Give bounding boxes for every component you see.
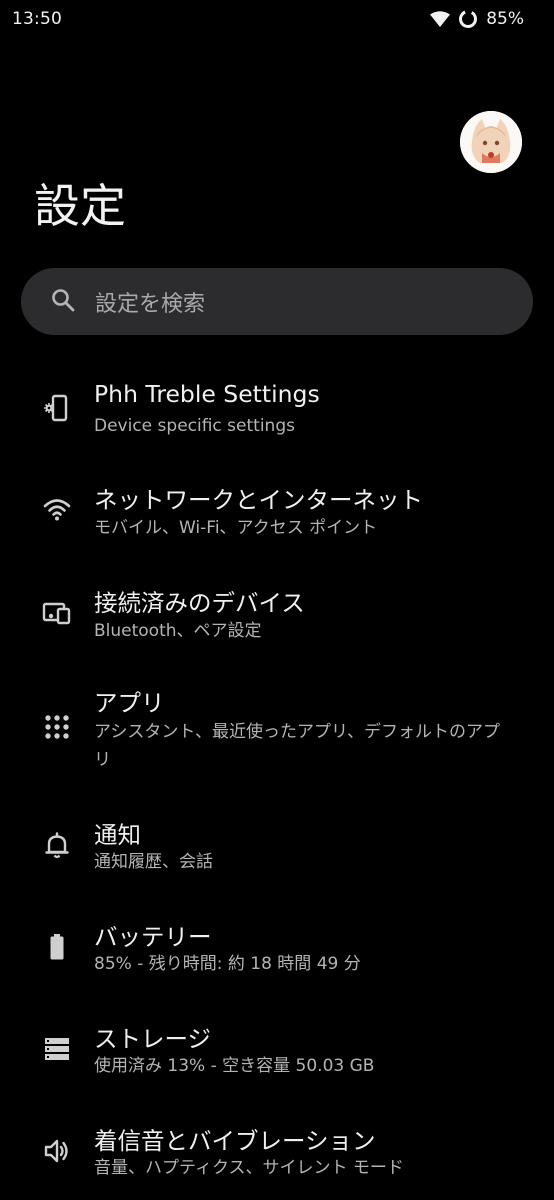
item-subtitle: アシスタント、最近使ったアプリ、デフォルトのアプリ xyxy=(94,722,500,770)
settings-item-connected-devices[interactable]: 接続済みのデバイス Bluetooth、ペア設定 xyxy=(0,576,554,662)
battery-percent: 85% xyxy=(486,9,524,29)
speaker-icon xyxy=(42,1136,72,1166)
wifi-icon xyxy=(430,11,451,27)
storage-icon xyxy=(42,1034,72,1064)
avatar[interactable] xyxy=(460,111,522,173)
apps-grid-icon xyxy=(42,712,72,742)
search-icon xyxy=(50,287,95,317)
item-title: 接続済みのデバイス xyxy=(94,589,305,617)
search-bar[interactable]: 設定を検索 xyxy=(21,268,533,335)
settings-item-storage[interactable]: ストレージ 使用済み 13% - 空き容量 50.03 GB xyxy=(0,1012,554,1098)
search-placeholder: 設定を検索 xyxy=(95,291,206,317)
item-title: アプリ xyxy=(94,689,165,717)
battery-ring-icon xyxy=(458,9,478,29)
status-icons: 85% xyxy=(430,9,524,29)
item-title: ネットワークとインターネット xyxy=(94,486,423,514)
item-title: 着信音とバイブレーション xyxy=(94,1127,376,1155)
settings-item-apps[interactable]: アプリ アシスタント、最近使ったアプリ、デフォルトのアプリ xyxy=(0,679,554,791)
item-title: バッテリー xyxy=(94,923,212,951)
connected-devices-icon xyxy=(42,598,72,628)
page-title: 設定 xyxy=(34,179,126,233)
item-subtitle: モバイル、Wi-Fi、アクセス ポイント xyxy=(94,518,378,538)
item-title: 通知 xyxy=(94,821,141,849)
battery-icon xyxy=(42,932,72,962)
settings-item-sound[interactable]: 着信音とバイブレーション 音量、ハプティクス、サイレント モード xyxy=(0,1114,554,1200)
item-subtitle: 音量、ハプティクス、サイレント モード xyxy=(94,1158,404,1178)
settings-item-network[interactable]: ネットワークとインターネット モバイル、Wi-Fi、アクセス ポイント xyxy=(0,473,554,559)
item-title: Phh Treble Settings xyxy=(94,380,320,408)
item-subtitle: 使用済み 13% - 空き容量 50.03 GB xyxy=(94,1056,375,1076)
item-subtitle: Device specific settings xyxy=(94,416,295,436)
item-subtitle: Bluetooth、ペア設定 xyxy=(94,621,262,641)
settings-item-phh-treble[interactable]: Phh Treble Settings Device specific sett… xyxy=(0,370,554,456)
settings-item-battery[interactable]: バッテリー 85% - 残り時間: 約 18 時間 49 分 xyxy=(0,910,554,996)
status-bar: 13:50 85% xyxy=(0,0,554,40)
wifi-icon xyxy=(42,495,72,525)
item-subtitle: 通知履歴、会話 xyxy=(94,852,213,872)
item-title: ストレージ xyxy=(94,1025,212,1053)
status-time: 13:50 xyxy=(12,9,62,29)
phone-gear-icon xyxy=(42,393,72,423)
bell-icon xyxy=(42,830,72,860)
settings-item-notifications[interactable]: 通知 通知履歴、会話 xyxy=(0,808,554,894)
item-subtitle: 85% - 残り時間: 約 18 時間 49 分 xyxy=(94,954,361,974)
